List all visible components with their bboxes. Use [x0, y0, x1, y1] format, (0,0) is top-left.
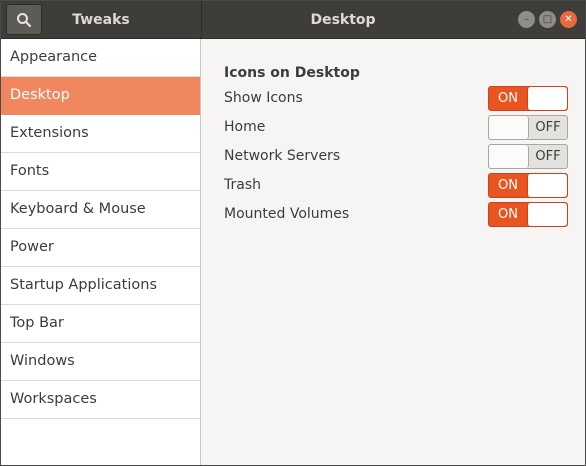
- page-title: Desktop: [310, 12, 376, 28]
- setting-row-mounted-volumes: Mounted Volumes ON: [224, 202, 568, 228]
- switch-state-label: ON: [498, 178, 518, 193]
- switch-knob: [527, 174, 567, 197]
- window-controls: – □ ✕: [518, 11, 577, 28]
- maximize-button[interactable]: □: [539, 11, 556, 28]
- setting-row-show-icons: Show Icons ON: [224, 86, 568, 112]
- maximize-icon: □: [542, 13, 553, 25]
- sidebar-item-desktop[interactable]: Desktop: [1, 77, 200, 115]
- switch-state-label: ON: [498, 91, 518, 106]
- sidebar-item-startup-applications[interactable]: Startup Applications: [1, 267, 200, 305]
- setting-label: Show Icons: [224, 90, 303, 106]
- header-bar: Tweaks Desktop – □ ✕: [1, 1, 585, 39]
- sidebar-item-power[interactable]: Power: [1, 229, 200, 267]
- section-title: Icons on Desktop: [224, 65, 360, 81]
- switch-state-label: ON: [498, 207, 518, 222]
- switch-knob: [489, 116, 529, 139]
- settings-panel: Icons on Desktop Show Icons ON Home OFF …: [202, 39, 585, 465]
- mounted-volumes-switch[interactable]: ON: [488, 202, 568, 227]
- sidebar-item-windows[interactable]: Windows: [1, 343, 200, 381]
- home-switch[interactable]: OFF: [488, 115, 568, 140]
- sidebar-item-workspaces[interactable]: Workspaces: [1, 381, 200, 419]
- sidebar-item-top-bar[interactable]: Top Bar: [1, 305, 200, 343]
- network-servers-switch[interactable]: OFF: [488, 144, 568, 169]
- sidebar-item-appearance[interactable]: Appearance: [1, 39, 200, 77]
- setting-label: Home: [224, 119, 266, 135]
- switch-state-label: OFF: [535, 120, 561, 135]
- close-icon: ✕: [564, 13, 573, 25]
- switch-knob: [489, 145, 529, 168]
- setting-label: Network Servers: [224, 148, 341, 164]
- setting-row-trash: Trash ON: [224, 173, 568, 199]
- switch-knob: [527, 87, 567, 110]
- setting-label: Mounted Volumes: [224, 206, 350, 222]
- trash-switch[interactable]: ON: [488, 173, 568, 198]
- sidebar-item-extensions[interactable]: Extensions: [1, 115, 200, 153]
- show-icons-switch[interactable]: ON: [488, 86, 568, 111]
- close-button[interactable]: ✕: [560, 11, 577, 28]
- sidebar: Appearance Desktop Extensions Fonts Keyb…: [1, 39, 201, 465]
- switch-state-label: OFF: [535, 149, 561, 164]
- sidebar-item-keyboard-mouse[interactable]: Keyboard & Mouse: [1, 191, 200, 229]
- switch-knob: [527, 203, 567, 226]
- minimize-button[interactable]: –: [518, 11, 535, 28]
- sidebar-item-fonts[interactable]: Fonts: [1, 153, 200, 191]
- minimize-icon: –: [524, 13, 529, 25]
- setting-row-network-servers: Network Servers OFF: [224, 144, 568, 170]
- app-title: Tweaks: [72, 12, 130, 28]
- setting-row-home: Home OFF: [224, 115, 568, 141]
- setting-label: Trash: [224, 177, 261, 193]
- tweaks-window: Tweaks Desktop – □ ✕ Appearance Desktop …: [0, 0, 586, 466]
